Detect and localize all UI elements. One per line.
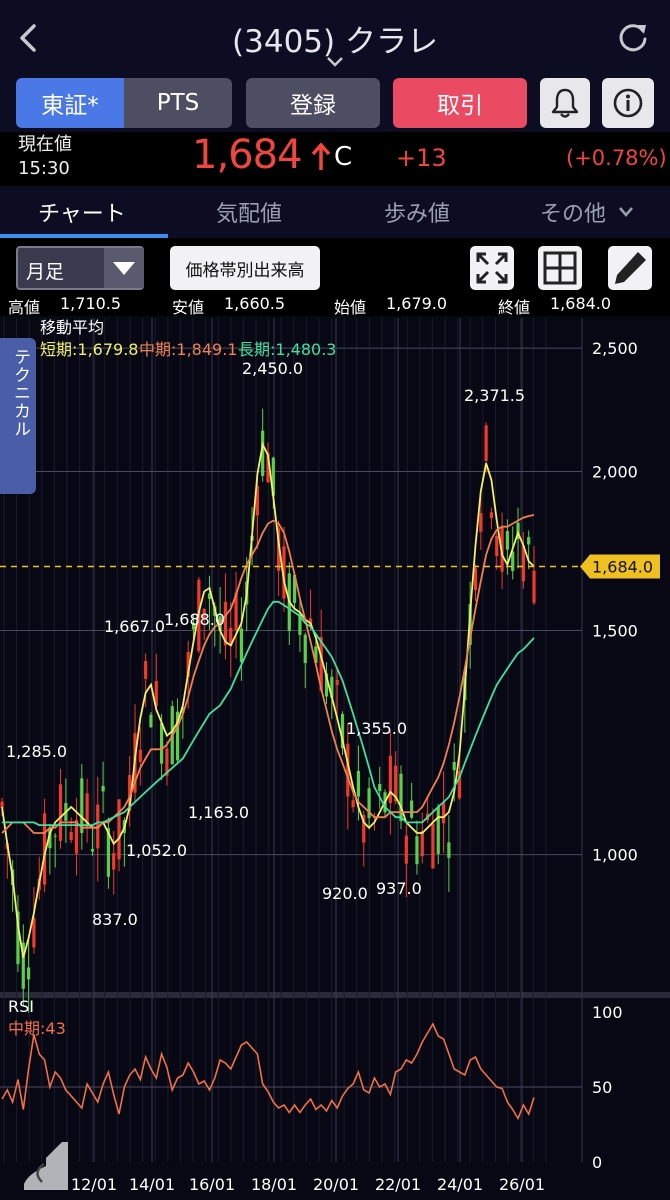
x-tick-label: 22/01 [375, 1175, 421, 1194]
layout-button[interactable] [538, 246, 582, 290]
y-tick-label: 1,500 [592, 622, 638, 641]
current-price: 1,684 [192, 132, 303, 178]
rsi-title: RSI [8, 997, 34, 1016]
x-tick-label: 12/01 [71, 1175, 117, 1194]
volume-by-price-button[interactable]: 価格帯別出来高 [170, 246, 320, 290]
rsi-y-tick-label: 100 [592, 1003, 623, 1022]
ma-legend-title: 移動平均 [40, 318, 104, 337]
info-button[interactable] [602, 78, 654, 128]
dropdown-arrow [104, 248, 144, 288]
fullscreen-button[interactable] [470, 246, 514, 290]
bell-icon [551, 88, 579, 118]
rsi-y-tick-label: 50 [592, 1078, 612, 1097]
chevron-down-icon[interactable] [618, 206, 634, 218]
price-time: 15:30 [18, 158, 70, 179]
chart-area[interactable]: 12/01 14/01 16/01 18/01 20/01 22/01 24/01 26/01… [0, 316, 670, 1200]
period-select[interactable]: 月足 [16, 246, 144, 290]
high-label: 高値 [8, 298, 41, 317]
price-annotation: 837.0 [92, 910, 138, 929]
y-tick-label: 1,000 [592, 846, 638, 865]
price-annotation: 1,355.0 [346, 719, 407, 738]
tab-ticks[interactable]: 歩み値 [384, 196, 450, 228]
tab-more[interactable]: その他 [540, 196, 606, 228]
x-tick-label: 16/01 [189, 1175, 235, 1194]
expand-icon [476, 252, 508, 284]
top-bar: (3405) クラレ [0, 0, 670, 76]
chart-controls: 月足 価格帯別出来高 高値 1,710.5 安値 1,660.5 始値 1,67 [0, 238, 670, 317]
rotate-corner-icon[interactable] [22, 1138, 70, 1194]
rsi-legend-item: 中期:43 [8, 1019, 66, 1038]
panel-separator [0, 992, 670, 998]
open-label: 始値 [334, 298, 367, 317]
price-change: +13 [396, 144, 447, 172]
open-value: 1,679.0 [386, 294, 448, 313]
x-tick-label: 20/01 [313, 1175, 359, 1194]
price-summary: 現在値 15:30 1,684 C +13 (+0.78%) [0, 132, 670, 186]
x-tick-label: 18/01 [251, 1175, 297, 1194]
price-annotation: 1,163.0 [188, 803, 249, 822]
rsi-y-tick-label: 0 [592, 1153, 602, 1172]
price-annotation: 1,688.0 [164, 610, 225, 629]
high-value: 1,710.5 [60, 294, 122, 313]
price-chart[interactable]: 12/01 14/01 16/01 18/01 20/01 22/01 24/01 26/01… [0, 316, 670, 1200]
close-flag: C [334, 142, 353, 172]
price-annotation: 2,450.0 [242, 359, 303, 378]
up-arrow-icon [311, 142, 331, 170]
refresh-icon[interactable] [616, 20, 650, 54]
technical-tab-label: テクニカル [10, 348, 30, 438]
price-annotation: 1,667.0 [104, 617, 165, 636]
x-tick-label: 26/01 [499, 1175, 545, 1194]
alert-button[interactable] [540, 78, 590, 128]
price-annotation: 937.0 [376, 879, 422, 898]
price-annotation: 2,371.5 [464, 386, 525, 405]
technical-panel-tab[interactable]: テクニカル [0, 338, 36, 494]
tosho-market-button[interactable]: 東証* [16, 78, 124, 128]
grid-icon [543, 251, 577, 285]
current-price-label: 現在値 [18, 134, 72, 155]
x-tick-label: 24/01 [437, 1175, 483, 1194]
ma-legend-item: 中期:1,849.1 [139, 340, 237, 359]
triangle-down-icon [113, 262, 135, 275]
price-annotation: 1,285.0 [6, 742, 67, 761]
pencil-icon [615, 252, 646, 284]
tab-chart[interactable]: チャート [38, 196, 126, 228]
price-annotation: 920.0 [322, 884, 368, 903]
pts-market-button[interactable]: PTS [124, 78, 232, 128]
register-button[interactable]: 登録 [246, 78, 380, 128]
page-title[interactable]: (3405) クラレ [0, 16, 670, 61]
y-tick-label: 2,500 [592, 339, 638, 358]
x-tick-label: 14/01 [129, 1175, 175, 1194]
close-label: 終値 [498, 298, 531, 317]
price-annotation: 1,052.0 [126, 841, 187, 860]
low-value: 1,660.5 [224, 294, 286, 313]
period-value: 月足 [26, 261, 65, 283]
close-value: 1,684.0 [550, 294, 612, 313]
tab-bar: チャート 気配値 歩み値 その他 [0, 186, 670, 238]
chevron-down-icon[interactable] [325, 56, 345, 68]
current-price-tag: 1,684.0 [580, 554, 660, 579]
ma-legend-item: 短期:1,679.8 [40, 340, 138, 359]
tab-quote[interactable]: 気配値 [216, 196, 282, 228]
trade-button[interactable]: 取引 [393, 78, 527, 128]
ma-legend-item: 長期:1,480.3 [238, 340, 336, 359]
draw-button[interactable] [608, 246, 652, 290]
low-label: 安値 [172, 298, 205, 317]
svg-text:1,684.0: 1,684.0 [592, 558, 653, 577]
y-tick-label: 2,000 [592, 462, 638, 481]
info-icon [613, 88, 643, 118]
price-change-percent: (+0.78%) [566, 146, 667, 170]
action-button-row: 東証* PTS 登録 取引 [0, 76, 670, 132]
